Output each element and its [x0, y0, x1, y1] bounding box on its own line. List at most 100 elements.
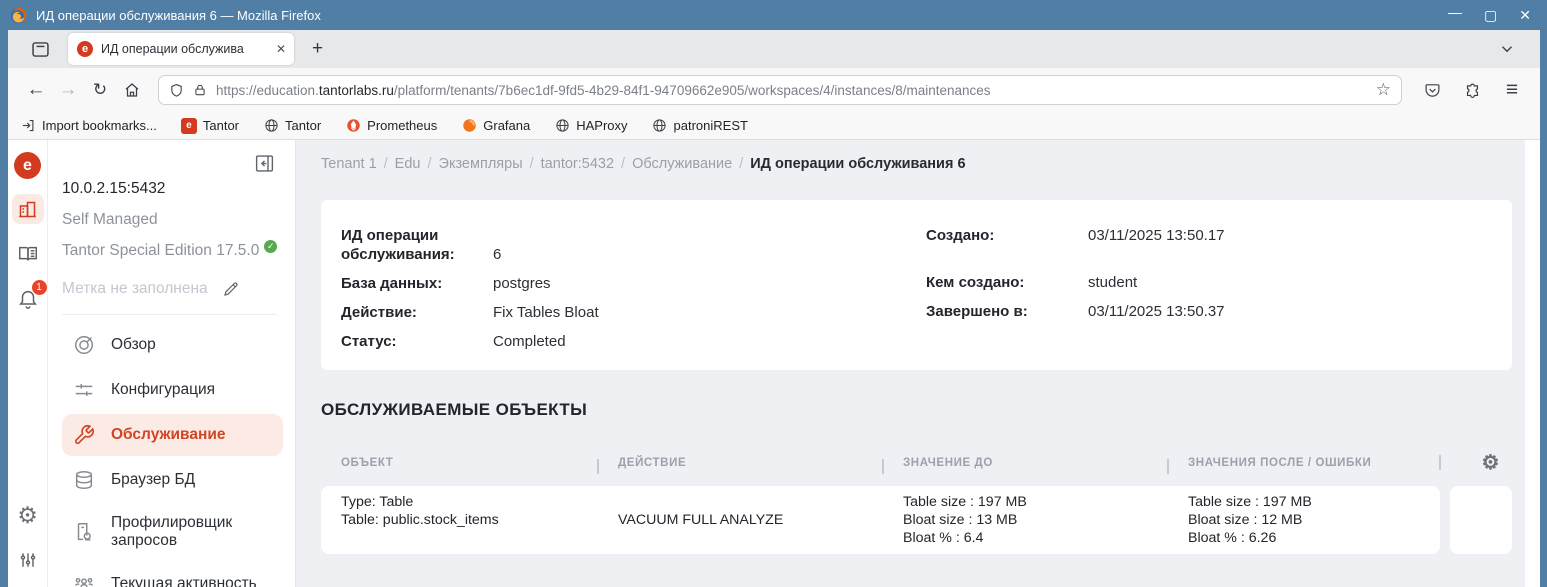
app-icon-rail: e 1 ⚙	[8, 140, 48, 587]
rail-item-instances[interactable]	[12, 194, 44, 224]
bookmark-patronirest[interactable]: patroniREST	[652, 118, 748, 134]
profiler-icon	[72, 521, 96, 543]
rail-item-preferences[interactable]	[12, 545, 44, 575]
cell-value-before: Table size : 197 MB Bloat size : 13 MB B…	[883, 486, 1168, 554]
rail-item-notifications[interactable]: 1	[12, 284, 44, 314]
cell-row-actions[interactable]	[1450, 486, 1512, 554]
objects-table-header: ОБЪЕКТ ДЕЙСТВИЕ ЗНАЧЕНИЕ ДО ЗНАЧЕНИЯ ПОС…	[321, 452, 1512, 474]
breadcrumb-instances[interactable]: Экземпляры	[439, 156, 523, 172]
edit-pencil-icon[interactable]	[222, 280, 240, 298]
tab-close-icon[interactable]: ✕	[276, 42, 286, 56]
bookmark-prometheus[interactable]: Prometheus	[345, 118, 437, 134]
instance-sidebar: 10.0.2.15:5432 Self Managed Tantor Speci…	[48, 140, 296, 587]
url-text[interactable]: https://education.tantorlabs.ru/platform…	[216, 83, 1368, 98]
column-header-action: ДЕЙСТВИЕ	[598, 457, 883, 469]
home-button[interactable]	[116, 74, 148, 106]
wrench-icon	[72, 424, 96, 446]
firefox-logo-icon	[10, 7, 27, 24]
bookmarks-bar: Import bookmarks... e Tantor Tantor Prom…	[8, 112, 1540, 140]
tantor-logo-icon[interactable]: e	[14, 152, 41, 179]
extensions-puzzle-icon[interactable]	[1456, 74, 1488, 106]
breadcrumb: Tenant 1/ Edu/ Экземпляры/ tantor:5432/ …	[321, 156, 1525, 172]
cell-value-after: Table size : 197 MB Bloat size : 12 MB B…	[1168, 486, 1440, 554]
serviced-objects-title: ОБСЛУЖИВАЕМЫЕ ОБЪЕКТЫ	[321, 400, 1525, 420]
prometheus-icon	[345, 118, 361, 134]
table-settings-cell: ⚙	[1440, 453, 1512, 473]
breadcrumb-tenant[interactable]: Tenant 1	[321, 156, 377, 172]
divider	[62, 314, 277, 315]
url-bar[interactable]: https://education.tantorlabs.ru/platform…	[158, 75, 1402, 105]
building-icon	[17, 199, 38, 220]
detail-row: Завершено в: 03/11/2025 13:50.37	[926, 302, 1512, 321]
detail-row: ИД операции обслуживания: 6	[341, 226, 926, 264]
column-header-object: ОБЪЕКТ	[321, 457, 598, 469]
lock-icon[interactable]	[193, 83, 207, 97]
activity-icon	[72, 573, 96, 587]
pocket-icon[interactable]	[1416, 74, 1448, 106]
column-header-value-after: ЗНАЧЕНИЯ ПОСЛЕ / ОШИБКИ	[1168, 457, 1440, 469]
instance-type: Self Managed	[62, 211, 283, 229]
bookmark-haproxy[interactable]: HAProxy	[554, 118, 627, 134]
instance-label[interactable]: Метка не заполнена	[62, 280, 283, 298]
breadcrumb-maintenance[interactable]: Обслуживание	[632, 156, 732, 172]
window-title: ИД операции обслуживания 6 — Mozilla Fir…	[36, 8, 321, 23]
grafana-icon	[461, 118, 477, 134]
breadcrumb-current: ИД операции обслуживания 6	[750, 156, 965, 172]
bookmark-star-icon[interactable]: ☆	[1376, 80, 1391, 100]
globe-icon	[652, 118, 668, 134]
breadcrumb-instance[interactable]: tantor:5432	[541, 156, 614, 172]
rail-item-settings[interactable]: ⚙	[12, 500, 44, 530]
menu-hamburger-icon[interactable]: ≡	[1496, 74, 1528, 106]
list-all-tabs-icon[interactable]	[1494, 36, 1520, 62]
sidebar-item-current-activity[interactable]: Текущая активность	[62, 563, 283, 587]
bookmark-tantor[interactable]: e Tantor	[181, 118, 239, 134]
firefox-window: ИД операции обслуживания 6 — Mozilla Fir…	[0, 0, 1547, 587]
sidebar-item-db-browser[interactable]: Браузер БД	[62, 459, 283, 501]
edition-status-check-icon: ✓	[264, 240, 277, 253]
instance-address: 10.0.2.15:5432	[62, 180, 283, 198]
collapse-sidebar-icon[interactable]	[254, 153, 275, 174]
new-tab-button[interactable]: +	[312, 38, 323, 60]
cell-object: Type: Table Table: public.stock_items	[321, 486, 598, 554]
gear-icon: ⚙	[17, 504, 38, 527]
table-row[interactable]: Type: Table Table: public.stock_items VA…	[321, 486, 1512, 554]
bookmark-import[interactable]: Import bookmarks...	[20, 118, 157, 134]
back-button[interactable]: ←	[20, 74, 52, 106]
tantor-icon: e	[181, 118, 197, 134]
database-icon	[72, 469, 96, 491]
tab-title: ИД операции обслужива	[101, 42, 272, 56]
globe-icon	[554, 118, 570, 134]
tantor-favicon-icon: e	[77, 41, 93, 57]
detail-row: База данных: postgres	[341, 274, 926, 293]
firefox-view-icon[interactable]	[26, 35, 54, 63]
detail-row: Кем создано: student	[926, 273, 1512, 292]
table-gear-icon[interactable]: ⚙	[1481, 453, 1500, 473]
shield-icon[interactable]	[169, 83, 184, 98]
main-panel: Tenant 1/ Edu/ Экземпляры/ tantor:5432/ …	[296, 140, 1525, 587]
bookmark-tantor2[interactable]: Tantor	[263, 118, 321, 134]
breadcrumb-workspace[interactable]: Edu	[395, 156, 421, 172]
active-tab[interactable]: e ИД операции обслужива ✕	[68, 33, 294, 65]
instance-edition: Tantor Special Edition 17.5.0 ✓	[62, 242, 283, 260]
sidebar-item-maintenance[interactable]: Обслуживание	[62, 414, 283, 456]
close-button[interactable]: ✕	[1519, 8, 1531, 22]
bookmark-grafana[interactable]: Grafana	[461, 118, 530, 134]
reload-button[interactable]: ↻	[84, 74, 116, 106]
maintenance-details-card: ИД операции обслуживания: 6 База данных:…	[321, 200, 1512, 370]
forward-button[interactable]: →	[52, 74, 84, 106]
sidebar-item-query-profiler[interactable]: Профилировщик запросов	[62, 504, 283, 560]
detail-row: Статус: Completed	[341, 332, 926, 351]
globe-icon	[263, 118, 279, 134]
scrollbar-track[interactable]	[1525, 140, 1540, 587]
sliders-vertical-icon	[18, 550, 38, 570]
sidebar-item-overview[interactable]: Обзор	[62, 324, 283, 366]
sidebar-menu: Обзор Конфигурация Обслуживание	[62, 321, 283, 587]
config-sliders-icon	[72, 379, 96, 401]
maximize-button[interactable]: ▢	[1484, 8, 1497, 22]
sidebar-item-configuration[interactable]: Конфигурация	[62, 369, 283, 411]
rail-item-docs[interactable]	[12, 239, 44, 269]
gauge-icon	[72, 334, 96, 356]
import-icon	[20, 118, 36, 134]
cell-action: VACUUM FULL ANALYZE	[598, 486, 883, 554]
minimize-button[interactable]: —	[1448, 5, 1462, 19]
